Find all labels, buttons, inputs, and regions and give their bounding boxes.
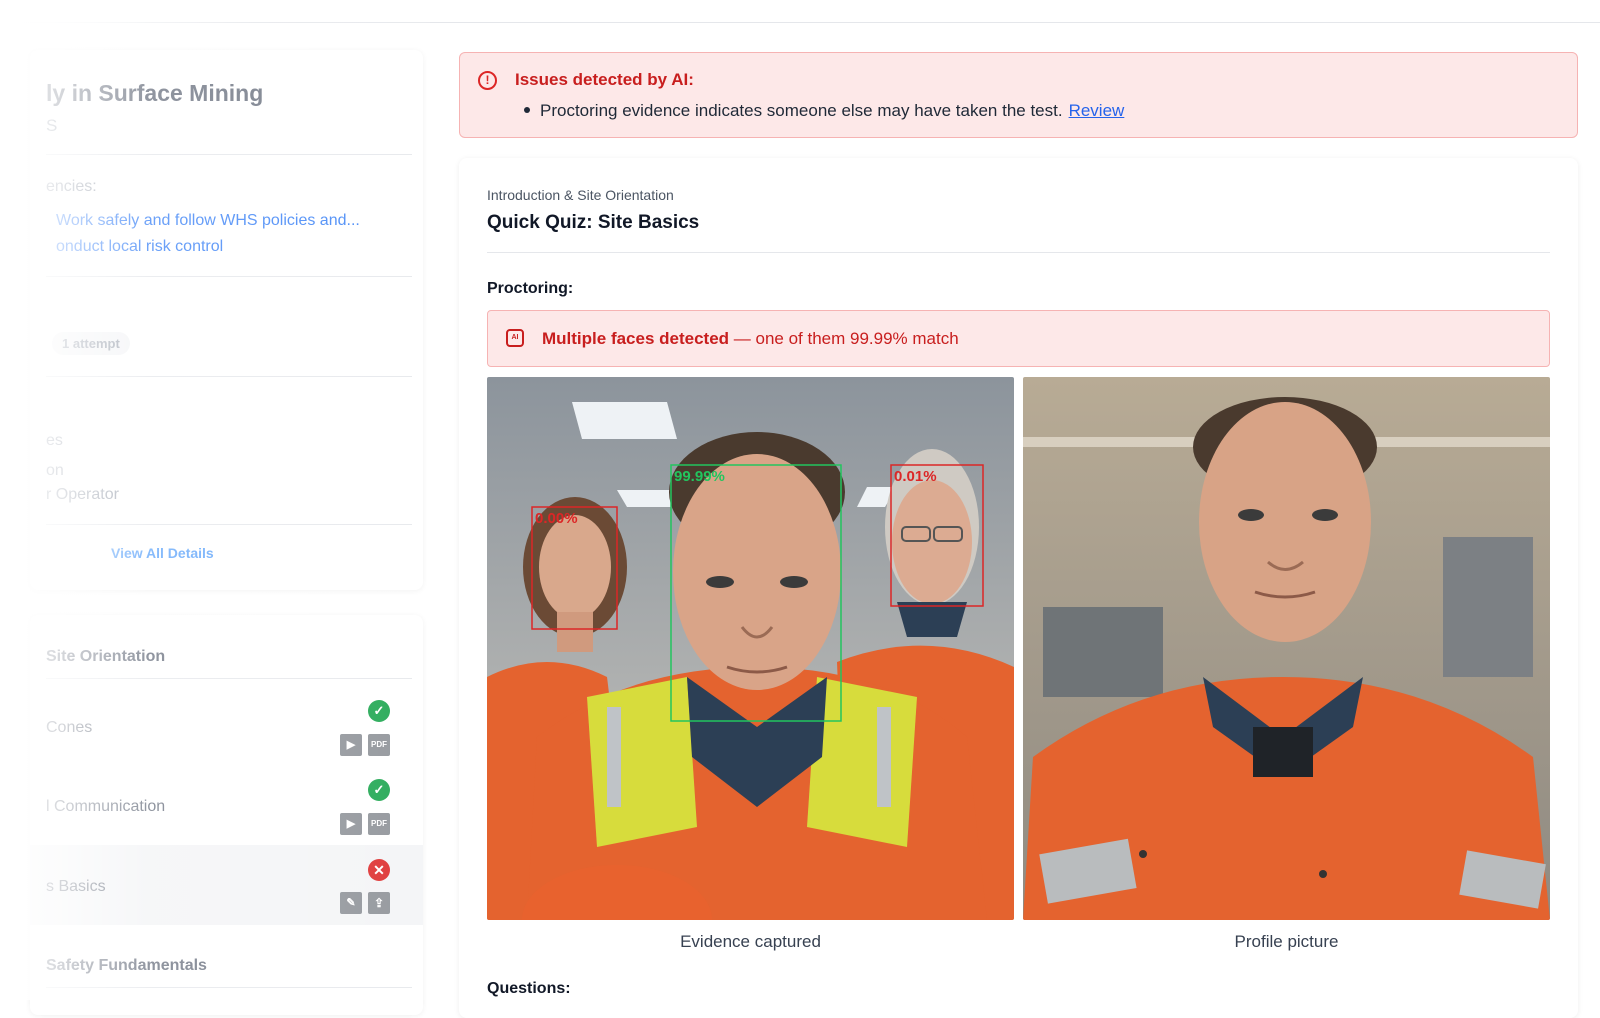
- breadcrumb: Introduction & Site Orientation: [487, 187, 674, 203]
- alert-circle-icon: !: [478, 71, 497, 90]
- competency-link[interactable]: onduct local risk control: [56, 238, 223, 256]
- attempts-badge: 1 attempt: [52, 332, 130, 355]
- section-title[interactable]: Safety Fundamentals: [46, 957, 207, 975]
- play-icon[interactable]: ▶: [340, 813, 362, 835]
- page-title: Quick Quiz: Site Basics: [487, 212, 700, 233]
- competency-link[interactable]: Work safely and follow WHS policies and.…: [56, 212, 360, 230]
- divider: [46, 154, 412, 155]
- face-score-nomatch: 0.01%: [894, 468, 937, 485]
- divider: [46, 376, 412, 377]
- lesson-item-label[interactable]: l Communication: [46, 798, 165, 816]
- face-score-nomatch: 0.00%: [535, 510, 578, 527]
- view-all-details-link[interactable]: View All Details: [111, 545, 214, 561]
- face-alert-rest: — one of them 99.99% match: [729, 329, 959, 348]
- evidence-photo-illustration: 99.99% 0.00% 0.01%: [487, 377, 1014, 920]
- divider: [46, 987, 412, 988]
- profile-caption: Profile picture: [1234, 932, 1339, 951]
- complete-check-icon: ✓: [368, 779, 390, 801]
- edit-icon[interactable]: ✎: [340, 892, 362, 914]
- pdf-icon[interactable]: PDF: [368, 813, 390, 835]
- review-link[interactable]: Review: [1069, 101, 1125, 120]
- play-icon[interactable]: ▶: [340, 734, 362, 756]
- alert-item: Proctoring evidence indicates someone el…: [524, 101, 1124, 121]
- complete-check-icon: ✓: [368, 700, 390, 722]
- alert-item-text: Proctoring evidence indicates someone el…: [540, 101, 1063, 120]
- course-meta: es: [46, 432, 63, 449]
- lesson-item-label[interactable]: s Basics: [46, 878, 106, 896]
- face-detection-alert: AI Multiple faces detected — one of them…: [487, 310, 1550, 367]
- face-alert-text: Multiple faces detected — one of them 99…: [542, 329, 959, 349]
- course-sidebar: ly in Surface Mining S encies: Work safe…: [0, 0, 430, 1015]
- failed-x-icon: ✕: [368, 859, 390, 881]
- upload-icon[interactable]: ⇪: [368, 892, 390, 914]
- divider: [46, 524, 412, 525]
- face-alert-bold: Multiple faces detected: [542, 329, 730, 348]
- profile-image[interactable]: [1023, 377, 1550, 920]
- ai-image-icon: AI: [506, 329, 524, 347]
- course-meta: on: [46, 462, 64, 479]
- alert-title: Issues detected by AI:: [515, 70, 694, 89]
- topbar-fade: [0, 0, 260, 23]
- profile-photo-illustration: [1023, 377, 1550, 920]
- ai-issues-alert: ! Issues detected by AI: Proctoring evid…: [459, 52, 1578, 138]
- lesson-item-label[interactable]: Cones: [46, 719, 92, 737]
- competencies-label: encies:: [46, 178, 97, 195]
- evidence-image[interactable]: 99.99% 0.00% 0.01%: [487, 377, 1014, 920]
- course-title: ly in Surface Mining: [46, 80, 264, 106]
- proctoring-label: Proctoring:: [487, 280, 574, 297]
- course-meta: r Operator: [46, 486, 119, 503]
- questions-label: Questions:: [487, 980, 571, 997]
- face-score-match: 99.99%: [674, 468, 725, 485]
- bullet: [524, 106, 530, 113]
- divider: [46, 678, 412, 679]
- divider: [487, 252, 1550, 253]
- pdf-icon[interactable]: PDF: [368, 734, 390, 756]
- evidence-caption: Evidence captured: [680, 932, 821, 951]
- section-title[interactable]: Site Orientation: [46, 648, 165, 666]
- course-subtitle: S: [46, 116, 58, 135]
- course-info-card: [30, 50, 423, 590]
- divider: [46, 276, 412, 277]
